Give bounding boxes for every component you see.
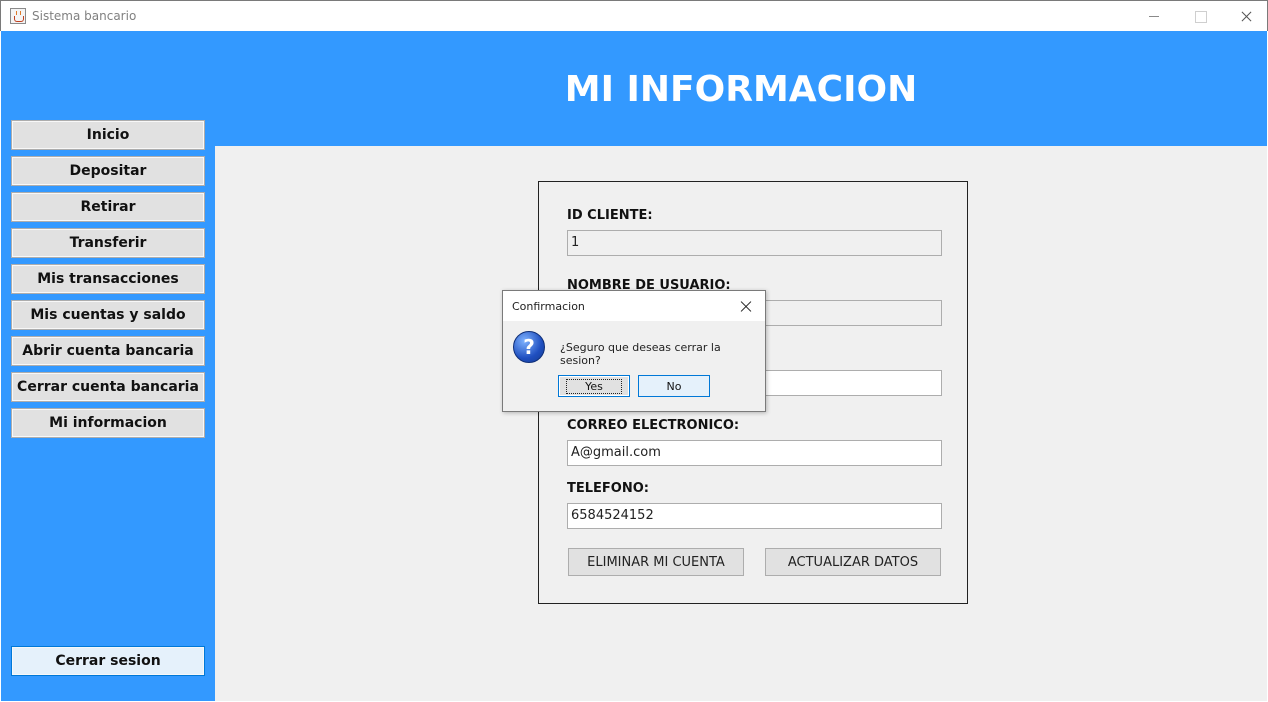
delete-account-button[interactable]: ELIMINAR MI CUENTA [568,548,744,576]
phone-field[interactable]: 6584524152 [567,503,942,529]
no-button[interactable]: No [638,375,710,397]
dialog-message: ¿Seguro que deseas cerrar la sesion? [560,341,721,367]
question-icon: ? [513,331,545,363]
sidebar-item-retirar[interactable]: Retirar [11,192,205,222]
window-titlebar: Sistema bancario [0,0,1268,31]
email-label: CORREO ELECTRONICO: [567,418,740,433]
java-app-icon [10,8,26,24]
email-field[interactable]: A@gmail.com [567,440,942,466]
phone-label: TELEFONO: [567,481,649,496]
window-title: Sistema bancario [32,9,137,23]
sidebar-item-inicio[interactable]: Inicio [11,120,205,150]
sidebar-item-transferir[interactable]: Transferir [11,228,205,258]
page-title: MI INFORMACION [564,69,918,110]
sidebar-item-mi-informacion[interactable]: Mi informacion [11,408,205,438]
sidebar-item-abrir-cuenta[interactable]: Abrir cuenta bancaria [11,336,205,366]
sidebar-item-cerrar-cuenta[interactable]: Cerrar cuenta bancaria [11,372,205,402]
sidebar-item-depositar[interactable]: Depositar [11,156,205,186]
dialog-title: Confirmacion [512,300,585,313]
logout-button[interactable]: Cerrar sesion [11,646,205,676]
dialog-titlebar: Confirmacion [503,291,765,321]
sidebar-item-mis-cuentas[interactable]: Mis cuentas y saldo [11,300,205,330]
confirm-dialog: Confirmacion ? ¿Seguro que deseas cerrar… [502,290,766,412]
yes-button[interactable]: Yes [558,375,630,397]
window-close-button[interactable] [1223,1,1268,32]
update-data-button[interactable]: ACTUALIZAR DATOS [765,548,941,576]
minimize-button[interactable] [1131,1,1177,32]
id-client-label: ID CLIENTE: [567,208,653,223]
maximize-button[interactable] [1177,1,1223,32]
sidebar-item-mis-transacciones[interactable]: Mis transacciones [11,264,205,294]
dialog-close-icon[interactable] [739,299,753,313]
yes-button-label: Yes [566,378,622,394]
id-client-field[interactable]: 1 [567,230,942,256]
